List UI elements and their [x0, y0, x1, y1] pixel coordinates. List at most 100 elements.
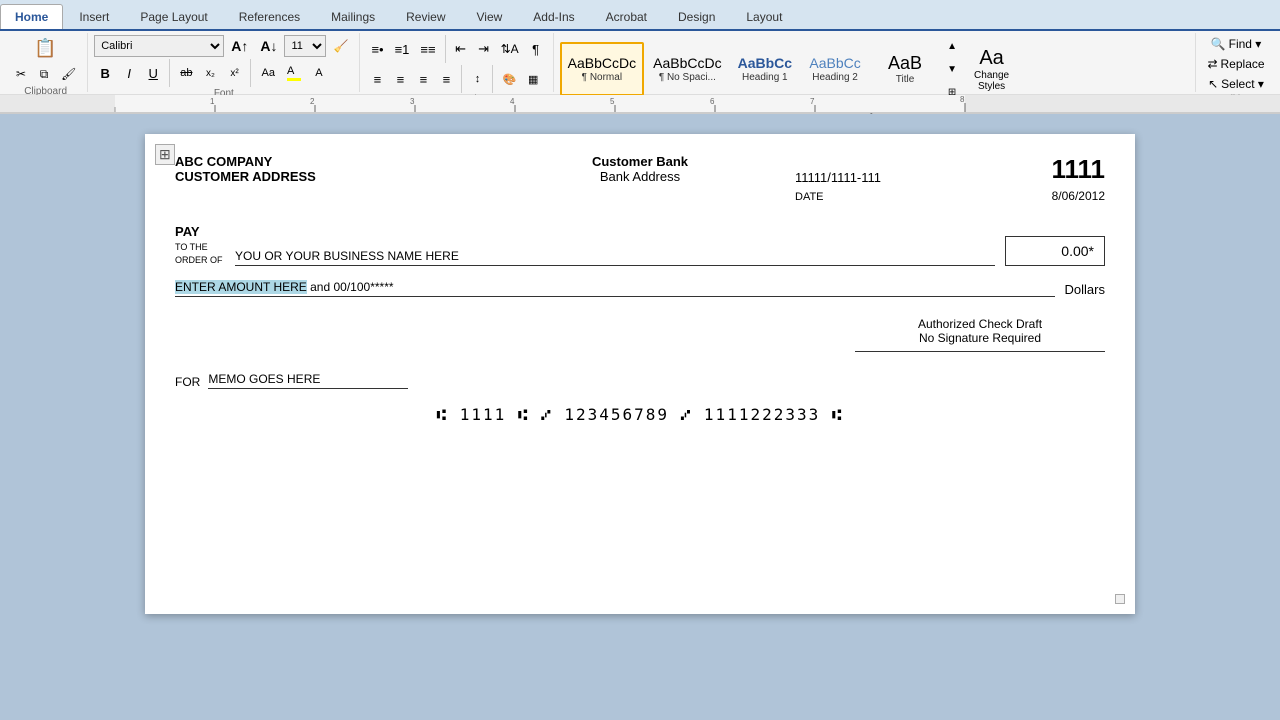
style-heading1[interactable]: AaBbCc Heading 1 [731, 42, 799, 96]
tab-review[interactable]: Review [391, 4, 460, 29]
format-painter-button[interactable]: 🖌 [56, 63, 81, 85]
svg-text:4: 4 [510, 97, 515, 106]
tab-add-ins[interactable]: Add-Ins [518, 4, 589, 29]
style-heading2-label: Heading 2 [812, 72, 858, 83]
check-bottom: FOR MEMO GOES HERE [175, 372, 1105, 389]
paragraph-group: ≡• ≡1 ≡≡ ⇤ ⇥ ⇅A ¶ ≡ ≡ ≡ ≡ ↕ � [360, 33, 553, 92]
change-styles-icon: Aa [979, 47, 1003, 70]
styles-group: AaBbCcDc ¶ Normal AaBbCcDc ¶ No Spaci...… [554, 33, 1196, 92]
tab-design[interactable]: Design [663, 4, 730, 29]
strikethrough-button[interactable]: ab [175, 62, 197, 84]
decrease-indent-button[interactable]: ⇤ [450, 38, 472, 60]
tab-layout[interactable]: Layout [731, 4, 797, 29]
styles-scroll-down[interactable]: ▼ [941, 58, 963, 80]
replace-label: Replace [1221, 57, 1265, 71]
styles-scroll-up[interactable]: ▲ [941, 35, 963, 57]
tab-references[interactable]: References [224, 4, 315, 29]
paste-button[interactable]: 📋 [10, 35, 81, 62]
superscript-button[interactable]: x² [223, 62, 245, 84]
style-title[interactable]: AaB Title [871, 42, 939, 96]
tab-view[interactable]: View [462, 4, 518, 29]
style-heading2[interactable]: AaBbCc Heading 2 [801, 42, 869, 96]
bank-name: Customer Bank [485, 154, 795, 169]
grow-font-button[interactable]: A↑ [226, 35, 253, 57]
shrink-font-button[interactable]: A↓ [255, 35, 282, 57]
numbering-button[interactable]: ≡1 [390, 38, 415, 60]
for-label: FOR [175, 375, 200, 389]
copy-button[interactable]: ⧉ [33, 63, 55, 85]
font-group: Calibri A↑ A↓ 11 🧹 B I U ab x₂ x² [88, 33, 360, 92]
bank-address: Bank Address [485, 169, 795, 184]
amount-box[interactable]: 0.00* [1005, 236, 1105, 266]
select-button[interactable]: ↖ Select ▾ [1203, 75, 1269, 93]
style-title-preview: AaB [888, 54, 922, 72]
line-spacing-button[interactable]: ↕ [466, 68, 488, 90]
cut-button[interactable]: ✂ [10, 63, 32, 85]
pay-sub1-label: TO THE [175, 241, 225, 254]
style-heading1-label: Heading 1 [742, 72, 788, 83]
multilevel-list-button[interactable]: ≡≡ [415, 38, 440, 60]
underline-button[interactable]: U [142, 62, 164, 84]
check-number-section: 11111/1111-111 1111 DATE 8/06/2012 [795, 154, 1105, 203]
sort-button[interactable]: ⇅A [496, 38, 524, 60]
tab-home[interactable]: Home [0, 4, 63, 29]
find-label: Find ▾ [1229, 37, 1262, 51]
signature-section: Authorized Check Draft No Signature Requ… [175, 317, 1105, 352]
editing-group: 🔍 Find ▾ ⇄ Replace ↖ Select ▾ Editing [1196, 33, 1276, 92]
svg-text:3: 3 [410, 97, 415, 106]
svg-text:6: 6 [710, 97, 715, 106]
tab-insert[interactable]: Insert [64, 4, 124, 29]
replace-button[interactable]: ⇄ Replace [1202, 55, 1269, 73]
sig-underline [855, 351, 1105, 352]
move-handle[interactable]: ⊞ [155, 144, 175, 165]
style-normal[interactable]: AaBbCcDc ¶ Normal [560, 42, 644, 96]
style-heading2-preview: AaBbCc [809, 56, 860, 70]
align-center-button[interactable]: ≡ [389, 68, 411, 90]
shading-button[interactable]: 🎨 [497, 68, 521, 90]
select-icon: ↖ [1208, 77, 1218, 91]
borders-button[interactable]: ▦ [522, 68, 544, 90]
bullets-button[interactable]: ≡• [366, 38, 388, 60]
company-info: ABC COMPANY CUSTOMER ADDRESS [175, 154, 485, 184]
memo-line: MEMO GOES HERE [208, 372, 408, 389]
increase-indent-button[interactable]: ⇥ [473, 38, 495, 60]
check-header: ABC COMPANY CUSTOMER ADDRESS Customer Ba… [175, 154, 1105, 203]
style-normal-label: ¶ Normal [582, 72, 622, 83]
bank-info: Customer Bank Bank Address [485, 154, 795, 184]
align-right-button[interactable]: ≡ [412, 68, 434, 90]
font-color-button[interactable]: A [308, 62, 330, 84]
dollars-label: Dollars [1065, 282, 1105, 297]
document-area: ⊞ ABC COMPANY CUSTOMER ADDRESS Customer … [0, 114, 1280, 634]
tab-bar: Home Insert Page Layout References Maili… [0, 0, 1280, 31]
align-left-button[interactable]: ≡ [366, 68, 388, 90]
scroll-handle[interactable] [1115, 594, 1125, 604]
sig-box: Authorized Check Draft No Signature Requ… [855, 317, 1105, 352]
bold-button[interactable]: B [94, 62, 116, 84]
clear-format-button[interactable]: 🧹 [328, 35, 353, 57]
payee-name: YOU OR YOUR BUSINESS NAME HERE [235, 249, 995, 266]
find-button[interactable]: 🔍 Find ▾ [1206, 35, 1267, 53]
tab-mailings[interactable]: Mailings [316, 4, 390, 29]
pay-main-label: PAY [175, 223, 225, 241]
font-family-select[interactable]: Calibri [94, 35, 224, 57]
ruler: 1 2 3 4 5 6 7 8 [0, 95, 1280, 113]
subscript-button[interactable]: x₂ [199, 62, 221, 84]
change-styles-button[interactable]: Aa ChangeStyles [965, 42, 1018, 96]
font-size-select[interactable]: 11 [284, 35, 326, 57]
company-address: CUSTOMER ADDRESS [175, 169, 485, 184]
show-hide-button[interactable]: ¶ [525, 38, 547, 60]
ribbon: Home Insert Page Layout References Maili… [0, 0, 1280, 114]
style-no-spacing[interactable]: AaBbCcDc ¶ No Spaci... [646, 42, 728, 96]
highlight-color-button[interactable]: A [282, 62, 306, 84]
date-label: DATE [795, 191, 824, 203]
micr-line: ⑆ 1111 ⑆ ⑇ 123456789 ⑇ 1111222333 ⑆ [175, 405, 1105, 424]
svg-text:8: 8 [960, 95, 965, 104]
amount-words: ENTER AMOUNT HERE and 00/100***** [175, 280, 1055, 297]
change-case-button[interactable]: Aa [256, 62, 279, 84]
sig-line1: Authorized Check Draft [855, 317, 1105, 331]
italic-button[interactable]: I [118, 62, 140, 84]
tab-acrobat[interactable]: Acrobat [591, 4, 662, 29]
pay-sub2-label: ORDER OF [175, 254, 225, 267]
tab-page-layout[interactable]: Page Layout [125, 4, 222, 29]
justify-button[interactable]: ≡ [435, 68, 457, 90]
